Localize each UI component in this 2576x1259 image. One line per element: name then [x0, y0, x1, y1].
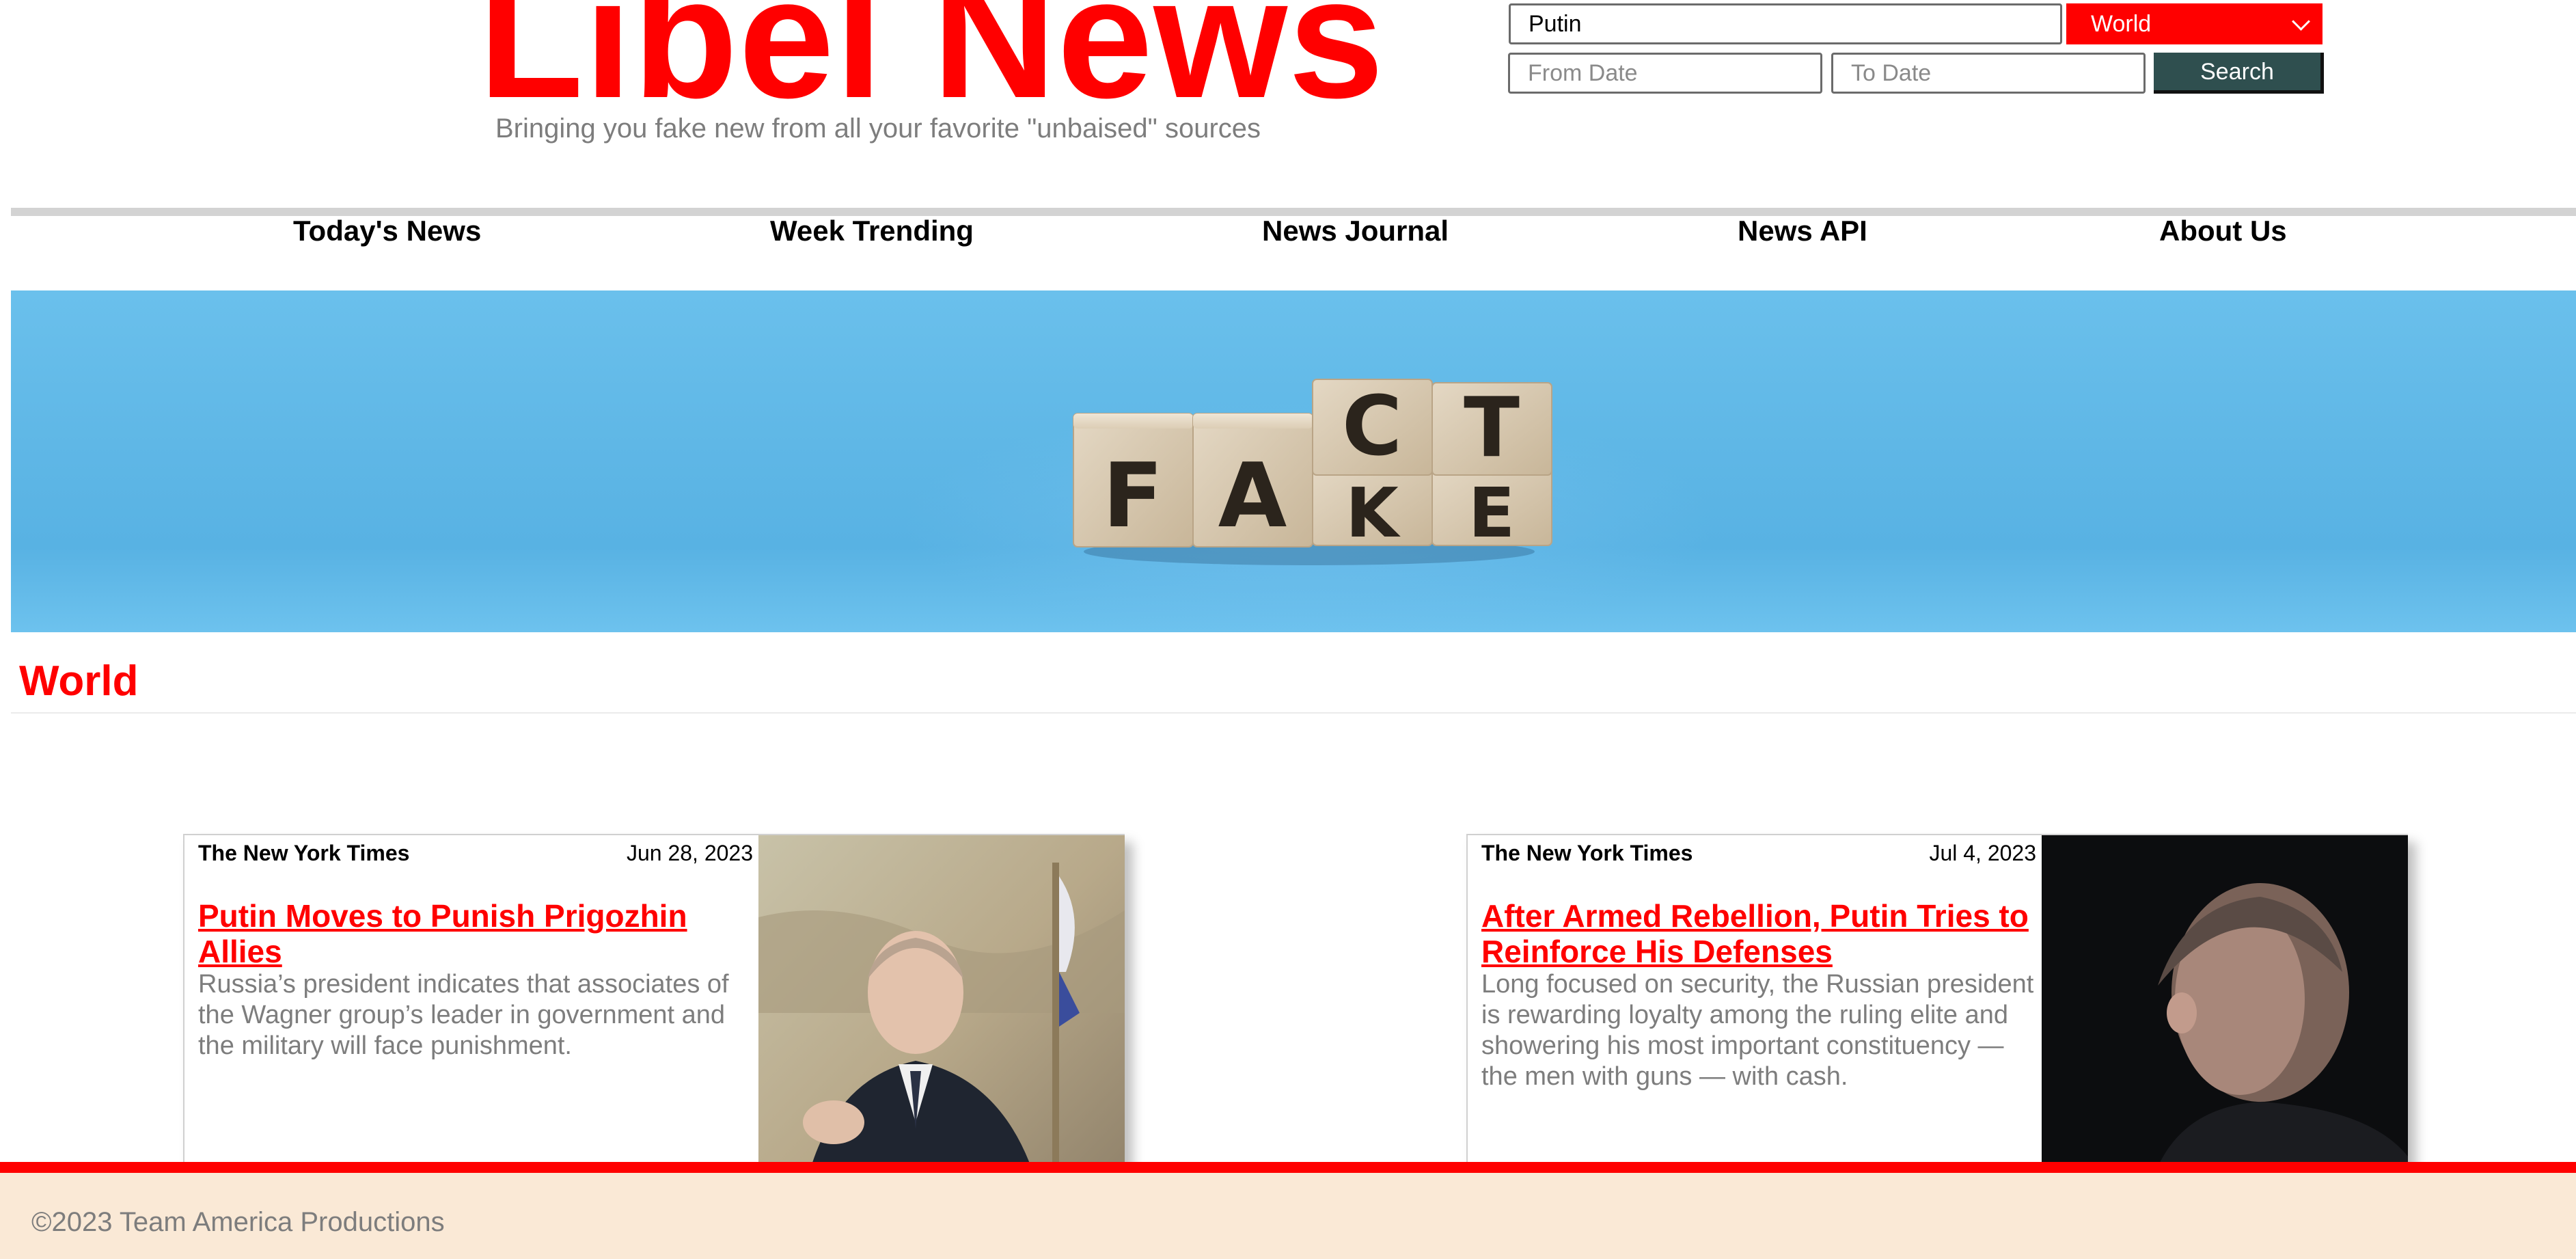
section-title: World	[19, 658, 139, 705]
site-logo[interactable]: Libel News	[478, 0, 1384, 124]
article-photo[interactable]	[2042, 835, 2408, 1218]
footer-accent-bar	[0, 1162, 2576, 1173]
block-letter-c: C	[1342, 379, 1402, 474]
article-summary: Long focused on security, the Russian pr…	[1481, 970, 2034, 1091]
block-letter-e: E	[1468, 473, 1515, 553]
article-date: Jun 28, 2023	[626, 841, 753, 865]
block-letter-f: F	[1103, 444, 1164, 547]
article-date: Jul 4, 2023	[1929, 841, 2036, 865]
article-summary: Russia’s president indicates that associ…	[198, 970, 729, 1060]
category-select-value: World	[2091, 11, 2152, 37]
article-card[interactable]: The New York Times Jul 4, 2023 After Arm…	[1466, 834, 2408, 1218]
section-divider	[11, 712, 2576, 714]
nav-item-week-trending[interactable]: Week Trending	[770, 213, 974, 249]
hero-banner: F A K E C T	[11, 290, 2576, 632]
search-input[interactable]: Putin	[1509, 3, 2062, 44]
block-letter-a: A	[1218, 444, 1287, 547]
block-letter-k: K	[1345, 473, 1401, 553]
category-select[interactable]: World	[2066, 3, 2322, 44]
from-date-input[interactable]: From Date	[1508, 53, 1822, 94]
site-tagline: Bringing you fake new from all your favo…	[495, 113, 1261, 144]
article-source: The New York Times	[1481, 841, 1693, 865]
nav-item-todays-news[interactable]: Today's News	[293, 213, 481, 249]
footer-copyright: ©2023 Team America Productions	[31, 1207, 445, 1237]
article-source: The New York Times	[198, 841, 410, 865]
to-date-input[interactable]: To Date	[1831, 53, 2146, 94]
article-card[interactable]: The New York Times Jun 28, 2023 Putin Mo…	[183, 834, 1125, 1218]
search-button[interactable]: Search	[2154, 53, 2324, 94]
nav-item-news-api[interactable]: News API	[1738, 213, 1867, 249]
nav-item-news-journal[interactable]: News Journal	[1262, 213, 1449, 249]
block-letter-t: T	[1464, 381, 1520, 476]
chevron-down-icon	[2292, 12, 2310, 31]
nav-item-about-us[interactable]: About Us	[2159, 213, 2287, 249]
article-headline-link[interactable]: After Armed Rebellion, Putin Tries to Re…	[1481, 898, 2042, 969]
article-headline-link[interactable]: Putin Moves to Punish Prigozhin Allies	[198, 898, 758, 969]
article-photo[interactable]	[758, 835, 1125, 1218]
fact-fake-blocks-image: F A K E C T	[1073, 379, 1552, 565]
